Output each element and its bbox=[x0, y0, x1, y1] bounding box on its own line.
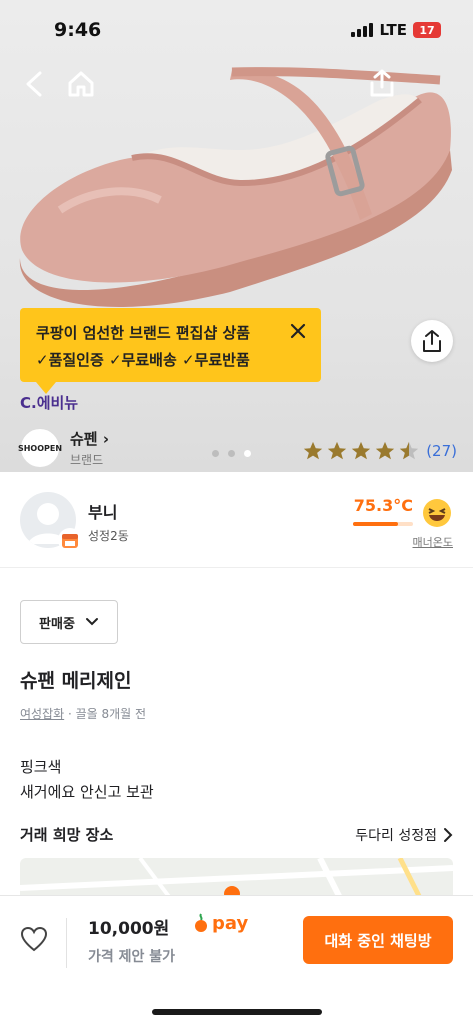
chat-button[interactable]: 대화 중인 채팅방 bbox=[303, 916, 453, 964]
product-image-carousel[interactable]: 9:46 LTE 17 쿠팡이 엄선한 브랜드 편집샵 상품 ✓품질인증 ✓무료… bbox=[0, 0, 473, 472]
description-line: 핑크색 bbox=[20, 758, 62, 776]
manner-temperature-link[interactable]: 매너온도 bbox=[413, 534, 453, 550]
purchase-bar: 10,000원 pay 가격 제안 불가 대화 중인 채팅방 bbox=[0, 895, 473, 1024]
brand-name-link[interactable]: 슈펜 › bbox=[70, 428, 109, 449]
item-title: 슈팬 메리제인 bbox=[20, 670, 132, 692]
category-link[interactable]: 여성잡화 bbox=[20, 707, 64, 721]
star-icon bbox=[376, 441, 395, 460]
brand-logo: C.에비뉴 bbox=[20, 394, 79, 412]
meeting-place-name: 두다리 성정점 bbox=[355, 827, 437, 844]
popup-benefits: ✓품질인증 ✓무료배송 ✓무료반품 bbox=[36, 351, 250, 369]
carousel-dot-active bbox=[244, 450, 251, 457]
signal-icon bbox=[351, 23, 374, 37]
review-count[interactable]: (27) bbox=[426, 442, 457, 460]
carrot-icon bbox=[195, 913, 207, 932]
battery-icon: 17 bbox=[413, 22, 441, 38]
star-icon bbox=[304, 441, 323, 460]
star-icon bbox=[328, 441, 347, 460]
sale-status-label: 판매중 bbox=[39, 616, 75, 632]
price-offer-note: 가격 제안 불가 bbox=[88, 949, 176, 965]
brand-type-label: 브랜드 bbox=[70, 453, 104, 467]
pay-logo: pay bbox=[192, 912, 248, 934]
home-indicator bbox=[152, 1009, 322, 1015]
status-indicators: LTE 17 bbox=[351, 21, 441, 39]
meeting-place-row[interactable]: 거래 희망 장소 두다리 성정점 bbox=[20, 824, 453, 845]
share-icon[interactable] bbox=[367, 68, 397, 98]
sale-status-dropdown[interactable]: 판매중 bbox=[20, 600, 118, 644]
star-half-icon bbox=[400, 441, 419, 460]
description-line: 새거에요 안신고 보관 bbox=[20, 783, 154, 801]
laughing-face-icon bbox=[421, 497, 453, 533]
share-button[interactable] bbox=[411, 320, 453, 362]
meeting-place-label: 거래 희망 장소 bbox=[20, 826, 114, 844]
seller-profile[interactable]: 부니 성정2동 75.3°C 매너온도 bbox=[0, 472, 473, 568]
network-label: LTE bbox=[379, 21, 407, 39]
chevron-down-icon bbox=[85, 618, 98, 626]
status-time: 9:46 bbox=[54, 19, 102, 41]
popup-title: 쿠팡이 엄선한 브랜드 편집샵 상품 bbox=[36, 324, 251, 342]
manner-temperature: 75.3°C bbox=[353, 496, 413, 515]
temperature-bar-fill bbox=[353, 522, 399, 526]
curated-brand-popup: 쿠팡이 엄선한 브랜드 편집샵 상품 ✓품질인증 ✓무료배송 ✓무료반품 bbox=[20, 308, 321, 394]
close-icon[interactable] bbox=[289, 322, 307, 344]
temperature-bar bbox=[353, 522, 413, 526]
back-icon[interactable] bbox=[20, 70, 48, 98]
item-meta: 여성잡화 · 끌올 8개월 전 bbox=[20, 705, 146, 722]
brand-rating[interactable]: (27) bbox=[302, 440, 457, 462]
share-icon bbox=[423, 330, 441, 352]
star-icon bbox=[352, 441, 371, 460]
item-posted-time: · 끌올 8개월 전 bbox=[64, 707, 147, 721]
carousel-dot bbox=[212, 450, 219, 457]
divider bbox=[66, 918, 67, 968]
carousel-dots bbox=[212, 450, 251, 457]
meeting-place-value[interactable]: 두다리 성정점 bbox=[355, 825, 453, 845]
meeting-place-map[interactable] bbox=[20, 858, 453, 898]
item-price: 10,000원 bbox=[88, 919, 170, 939]
seller-location: 성정2동 bbox=[88, 529, 129, 543]
calendar-badge-icon bbox=[58, 528, 82, 552]
status-bar: 9:46 LTE 17 bbox=[0, 0, 473, 60]
chevron-right-icon bbox=[444, 827, 453, 842]
home-icon[interactable] bbox=[66, 70, 96, 98]
heart-icon[interactable] bbox=[20, 926, 48, 956]
carousel-dot bbox=[228, 450, 235, 457]
brand-avatar: SHOOPEN bbox=[18, 428, 62, 468]
pay-label: pay bbox=[212, 912, 249, 934]
seller-name[interactable]: 부니 bbox=[88, 499, 117, 523]
